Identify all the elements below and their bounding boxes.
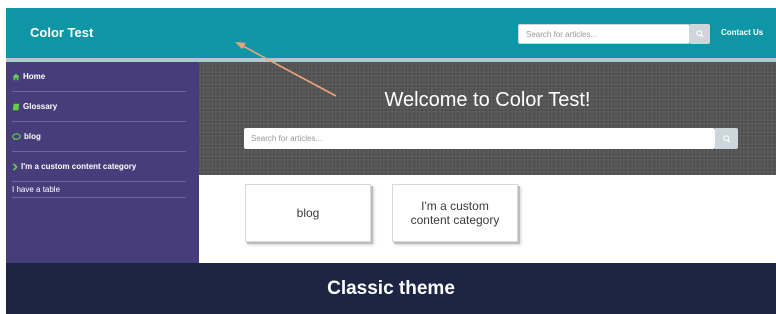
annotation-arrow-icon — [235, 42, 337, 97]
